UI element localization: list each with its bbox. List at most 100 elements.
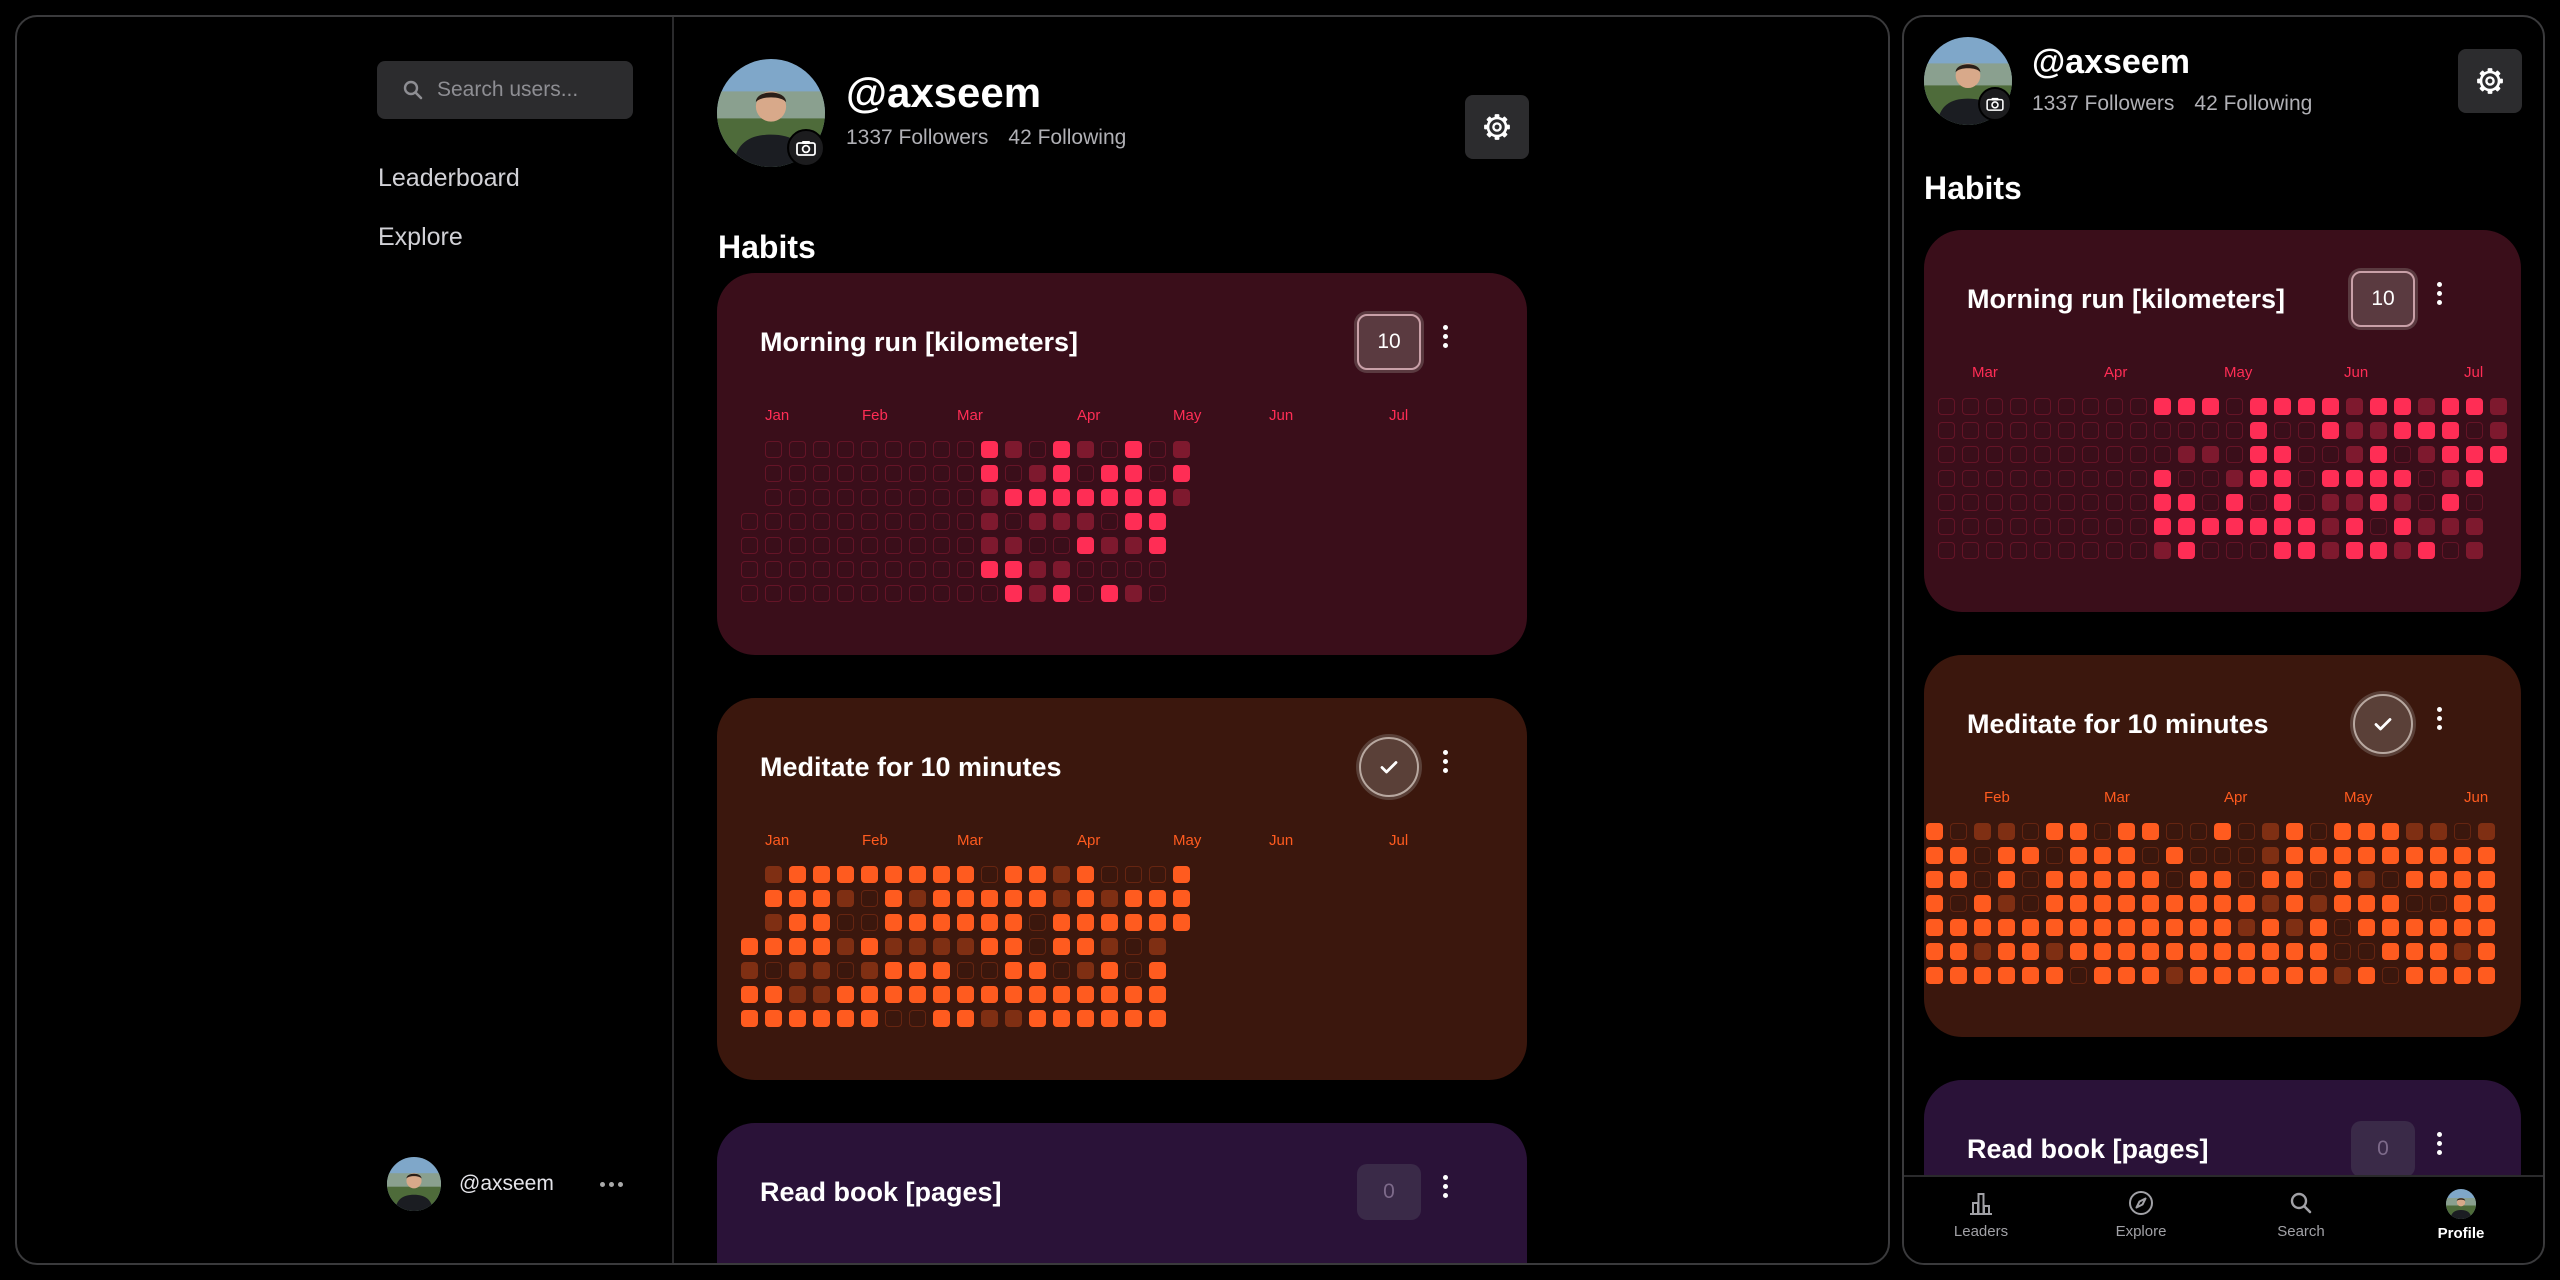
day-cell[interactable] <box>813 962 830 979</box>
day-cell[interactable] <box>1950 943 1967 960</box>
day-cell[interactable] <box>1986 446 2003 463</box>
day-cell[interactable] <box>2430 823 2447 840</box>
day-cell[interactable] <box>1149 890 1166 907</box>
day-cell[interactable] <box>2094 871 2111 888</box>
day-cell[interactable] <box>2274 398 2291 415</box>
day-cell[interactable] <box>765 914 782 931</box>
day-cell[interactable] <box>1077 890 1094 907</box>
day-cell[interactable] <box>2214 919 2231 936</box>
day-cell[interactable] <box>2070 823 2087 840</box>
day-cell[interactable] <box>789 585 806 602</box>
day-cell[interactable] <box>1077 441 1094 458</box>
day-cell[interactable] <box>2406 943 2423 960</box>
day-cell[interactable] <box>1149 938 1166 955</box>
day-cell[interactable] <box>2334 895 2351 912</box>
day-cell[interactable] <box>765 585 782 602</box>
day-cell[interactable] <box>741 986 758 1003</box>
day-cell[interactable] <box>933 465 950 482</box>
day-cell[interactable] <box>885 938 902 955</box>
day-cell[interactable] <box>1149 465 1166 482</box>
day-cell[interactable] <box>1125 986 1142 1003</box>
day-cell[interactable] <box>885 537 902 554</box>
day-cell[interactable] <box>1125 537 1142 554</box>
day-cell[interactable] <box>1998 823 2015 840</box>
day-cell[interactable] <box>861 938 878 955</box>
day-cell[interactable] <box>813 561 830 578</box>
day-cell[interactable] <box>909 489 926 506</box>
day-cell[interactable] <box>2118 823 2135 840</box>
day-cell[interactable] <box>2466 518 2483 535</box>
day-cell[interactable] <box>2118 919 2135 936</box>
day-cell[interactable] <box>2022 871 2039 888</box>
day-cell[interactable] <box>933 1010 950 1027</box>
day-cell[interactable] <box>1005 938 1022 955</box>
day-cell[interactable] <box>789 561 806 578</box>
day-cell[interactable] <box>885 465 902 482</box>
day-cell[interactable] <box>2238 967 2255 984</box>
day-cell[interactable] <box>765 537 782 554</box>
day-cell[interactable] <box>2058 422 2075 439</box>
day-cell[interactable] <box>1998 871 2015 888</box>
day-cell[interactable] <box>2382 943 2399 960</box>
day-cell[interactable] <box>2214 823 2231 840</box>
day-cell[interactable] <box>861 513 878 530</box>
day-cell[interactable] <box>2274 542 2291 559</box>
day-cell[interactable] <box>2286 895 2303 912</box>
day-cell[interactable] <box>909 938 926 955</box>
day-cell[interactable] <box>1950 919 1967 936</box>
day-cell[interactable] <box>2358 967 2375 984</box>
day-cell[interactable] <box>1926 919 1943 936</box>
day-cell[interactable] <box>861 585 878 602</box>
day-cell[interactable] <box>2082 542 2099 559</box>
day-cell[interactable] <box>2442 422 2459 439</box>
day-cell[interactable] <box>813 866 830 883</box>
day-cell[interactable] <box>2250 494 2267 511</box>
day-cell[interactable] <box>2298 422 2315 439</box>
day-cell[interactable] <box>981 866 998 883</box>
day-cell[interactable] <box>2154 518 2171 535</box>
day-cell[interactable] <box>2478 847 2495 864</box>
day-cell[interactable] <box>1029 585 1046 602</box>
day-cell[interactable] <box>957 890 974 907</box>
day-cell[interactable] <box>2094 967 2111 984</box>
day-cell[interactable] <box>2490 446 2507 463</box>
day-cell[interactable] <box>1986 494 2003 511</box>
day-cell[interactable] <box>2106 494 2123 511</box>
day-cell[interactable] <box>1005 866 1022 883</box>
day-cell[interactable] <box>2478 919 2495 936</box>
day-cell[interactable] <box>2298 518 2315 535</box>
day-cell[interactable] <box>789 962 806 979</box>
day-cell[interactable] <box>1962 542 1979 559</box>
more-vertical-icon[interactable] <box>2437 707 2442 730</box>
day-cell[interactable] <box>837 513 854 530</box>
day-cell[interactable] <box>2154 398 2171 415</box>
day-cell[interactable] <box>2130 422 2147 439</box>
day-cell[interactable] <box>2142 895 2159 912</box>
day-cell[interactable] <box>1005 513 1022 530</box>
day-cell[interactable] <box>2034 518 2051 535</box>
day-cell[interactable] <box>1053 513 1070 530</box>
day-cell[interactable] <box>2286 919 2303 936</box>
day-cell[interactable] <box>2322 398 2339 415</box>
day-cell[interactable] <box>2466 446 2483 463</box>
day-cell[interactable] <box>2070 943 2087 960</box>
day-cell[interactable] <box>1962 494 1979 511</box>
day-cell[interactable] <box>981 914 998 931</box>
day-cell[interactable] <box>1149 585 1166 602</box>
day-cell[interactable] <box>861 986 878 1003</box>
day-cell[interactable] <box>1938 470 1955 487</box>
day-cell[interactable] <box>2262 847 2279 864</box>
day-cell[interactable] <box>741 585 758 602</box>
day-cell[interactable] <box>765 489 782 506</box>
day-cell[interactable] <box>1962 470 1979 487</box>
day-cell[interactable] <box>1053 489 1070 506</box>
day-cell[interactable] <box>861 890 878 907</box>
day-cell[interactable] <box>2226 446 2243 463</box>
day-cell[interactable] <box>2130 398 2147 415</box>
day-cell[interactable] <box>2058 398 2075 415</box>
day-cell[interactable] <box>1005 441 1022 458</box>
day-cell[interactable] <box>2226 422 2243 439</box>
day-cell[interactable] <box>1974 967 1991 984</box>
day-cell[interactable] <box>1005 890 1022 907</box>
day-cell[interactable] <box>2334 871 2351 888</box>
